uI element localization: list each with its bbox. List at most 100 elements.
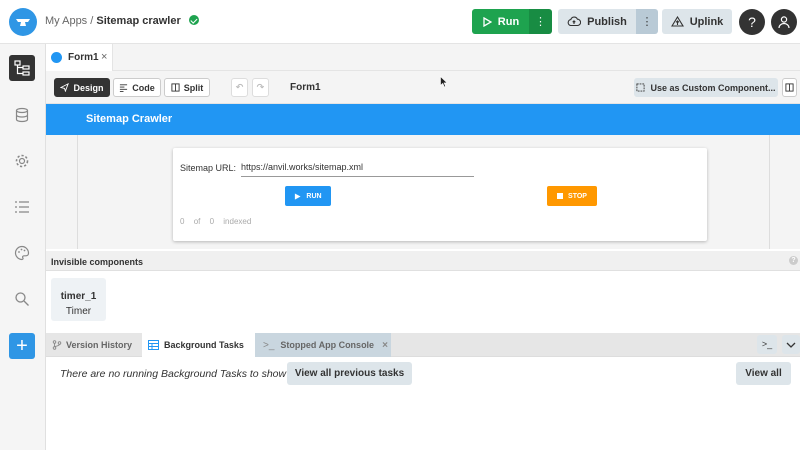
help-icon[interactable]: ?	[789, 256, 798, 265]
tab-version-history-label: Version History	[66, 340, 133, 350]
help-button[interactable]: ?	[739, 9, 765, 35]
publish-options-button[interactable]: ⋮	[636, 9, 658, 34]
close-icon[interactable]: ×	[382, 340, 388, 351]
undo-button[interactable]: ↶	[231, 78, 248, 97]
code-lines-icon	[120, 84, 128, 92]
tasks-icon	[148, 340, 159, 350]
run-button[interactable]: Run	[472, 9, 529, 34]
collapse-panel-button[interactable]	[782, 335, 800, 354]
crawl-stop-button[interactable]: STOP	[547, 186, 597, 206]
user-icon	[778, 16, 790, 29]
tab-stopped-app-console[interactable]: >_ Stopped App Console ×	[255, 333, 391, 357]
custom-component-label: Use as Custom Component...	[650, 82, 776, 93]
git-branch-icon	[52, 340, 62, 350]
cloud-upload-icon	[567, 16, 582, 27]
publish-label: Publish	[587, 15, 627, 28]
indexed-count: 0	[180, 217, 185, 226]
indexed-of: of	[193, 217, 201, 226]
form-icon	[51, 52, 62, 63]
view-all-button[interactable]: View all	[736, 362, 791, 385]
console-button[interactable]: >_	[757, 335, 777, 354]
tab-stopped-app-console-label: Stopped App Console	[280, 340, 375, 350]
indexed-total: 0	[209, 217, 215, 226]
toggle-properties-button[interactable]	[782, 78, 797, 97]
indexed-word: indexed	[223, 217, 252, 226]
help-icon: ?	[748, 14, 756, 30]
palette-icon	[14, 245, 30, 261]
terminal-icon: >_	[263, 339, 275, 351]
top-bar: My Apps / Sitemap crawler Run ⋮ Publish …	[0, 0, 800, 44]
uplink-button[interactable]: Uplink	[662, 9, 732, 34]
design-canvas: Sitemap Crawler Sitemap URL: https://anv…	[46, 104, 800, 249]
design-label: Design	[73, 82, 104, 93]
split-button[interactable]: Split	[164, 78, 210, 97]
timer-name: timer_1	[60, 291, 97, 302]
design-button[interactable]: Design	[54, 78, 110, 97]
stop-icon	[557, 193, 564, 199]
app-browser-button[interactable]	[9, 55, 35, 81]
form-name: Form1	[290, 82, 321, 93]
bottom-panel-tabs: Version History Background Tasks >_ Stop…	[46, 333, 800, 357]
tab-background-tasks-label: Background Tasks	[164, 340, 244, 350]
split-label: Split	[183, 82, 204, 93]
crawl-run-label: RUN	[306, 192, 322, 200]
use-as-custom-component-button[interactable]: Use as Custom Component...	[634, 78, 778, 97]
run-label: Run	[497, 15, 520, 28]
invisible-components-title: Invisible components	[51, 257, 144, 267]
plus-icon: +	[16, 334, 28, 357]
panel-icon	[785, 83, 794, 92]
sitemap-url-input[interactable]: https://anvil.works/sitemap.xml	[241, 161, 474, 177]
undo-icon: ↶	[235, 82, 244, 92]
outline-button[interactable]	[11, 196, 33, 218]
background-tasks-panel: There are no running Background Tasks to…	[46, 357, 800, 450]
play-icon	[295, 192, 301, 200]
account-button[interactable]	[771, 9, 797, 35]
publish-button[interactable]: Publish	[558, 9, 636, 34]
database-icon	[15, 107, 29, 123]
play-icon	[483, 16, 492, 27]
breadcrumb-my-apps[interactable]: My Apps	[45, 15, 87, 27]
split-view-icon	[171, 83, 180, 92]
crawl-stop-label: STOP	[568, 192, 587, 200]
send-icon	[60, 83, 70, 92]
theme-button[interactable]	[11, 242, 33, 264]
uplink-label: Uplink	[689, 15, 724, 28]
search-icon	[15, 292, 29, 306]
terminal-icon: >_	[761, 339, 773, 349]
gear-icon	[15, 154, 29, 168]
app-tree-icon	[14, 60, 30, 76]
tab-background-tasks[interactable]: Background Tasks	[142, 333, 255, 357]
tab-version-history[interactable]: Version History	[46, 333, 142, 357]
code-label: Code	[132, 82, 155, 93]
close-icon[interactable]: ×	[101, 51, 107, 63]
chevron-down-icon	[786, 342, 796, 348]
tab-form1[interactable]: Form1 ×	[46, 44, 113, 71]
column-guide-left	[77, 135, 78, 249]
indexed-status: 0 of 0 indexed	[180, 217, 251, 226]
no-tasks-message: There are no running Background Tasks to…	[60, 368, 287, 380]
settings-button[interactable]	[11, 150, 33, 172]
breadcrumb-separator: /	[90, 15, 94, 27]
timer-component[interactable]: timer_1 Timer	[51, 278, 106, 321]
breadcrumb: My Apps / Sitemap crawler	[45, 15, 199, 27]
timer-type: Timer	[65, 306, 92, 317]
run-options-button[interactable]: ⋮	[529, 9, 552, 34]
search-button[interactable]	[11, 288, 33, 310]
app-name[interactable]: Sitemap crawler	[96, 15, 180, 27]
editor-tabs: Form1 ×	[46, 44, 800, 71]
sidebar: +	[0, 44, 46, 450]
app-title-bar: Sitemap Crawler	[46, 104, 800, 135]
saved-check-icon	[188, 15, 199, 25]
more-vertical-icon: ⋮	[535, 16, 546, 28]
view-previous-tasks-button[interactable]: View all previous tasks	[287, 362, 412, 385]
sitemap-url-label: Sitemap URL:	[180, 163, 237, 173]
redo-button[interactable]: ↷	[252, 78, 269, 97]
redo-icon: ↷	[256, 82, 265, 92]
anvil-logo-icon[interactable]	[9, 8, 37, 36]
code-button[interactable]: Code	[113, 78, 161, 97]
mouse-cursor-icon	[440, 76, 448, 88]
data-tables-button[interactable]	[11, 104, 33, 126]
crawl-run-button[interactable]: RUN	[285, 186, 331, 206]
column-guide-right	[769, 135, 770, 249]
add-button[interactable]: +	[9, 333, 35, 359]
